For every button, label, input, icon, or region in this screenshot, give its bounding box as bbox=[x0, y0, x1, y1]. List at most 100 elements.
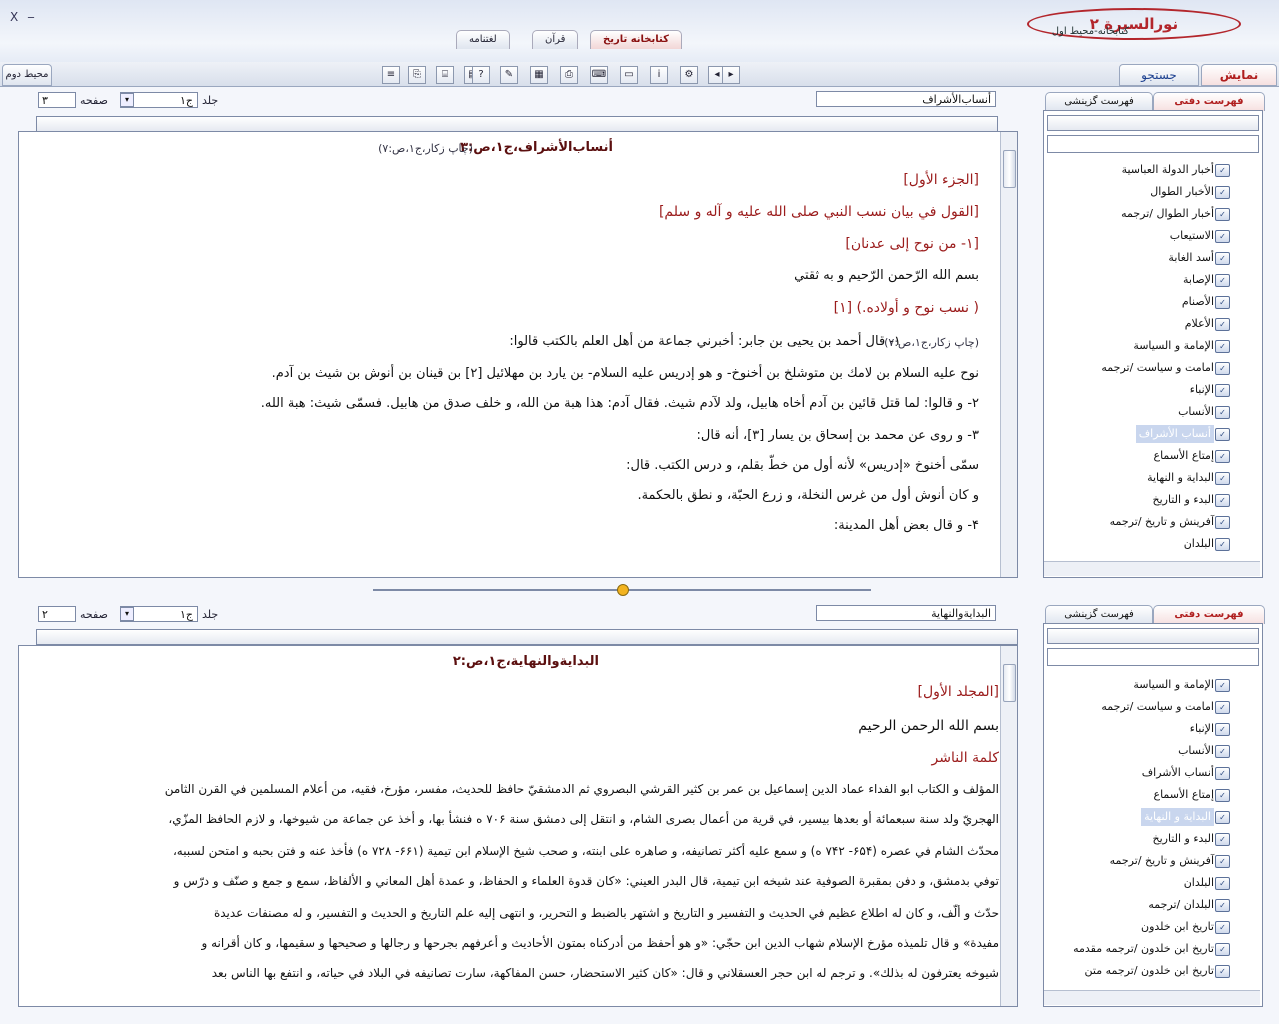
text-line: محدّث الشام في عصره (۶۵۴- ۷۴۲ ه) و سمع ع… bbox=[172, 844, 999, 858]
tree-item[interactable]: آفرينش و تاريخ /ترجمه bbox=[1110, 852, 1214, 870]
tree-item[interactable]: الإنباء bbox=[1190, 381, 1214, 399]
search-tab[interactable]: جستجو bbox=[1119, 64, 1199, 86]
tree-item[interactable]: تاريخ ابن خلدون /ترجمه مقدمه bbox=[1073, 940, 1214, 958]
tree-item[interactable]: آفرينش و تاريخ /ترجمه bbox=[1110, 513, 1214, 531]
settings-icon[interactable]: ⚙ bbox=[680, 66, 698, 84]
book-node-icon: ✓ bbox=[1215, 789, 1230, 802]
tree-item[interactable]: أنساب الأشراف bbox=[1135, 425, 1214, 443]
dropdown-arrow-icon[interactable]: ▾ bbox=[120, 607, 134, 621]
text-line: ( نسب نوح و أولاده.) [۱] bbox=[833, 300, 979, 316]
book-node-icon: ✓ bbox=[1215, 230, 1230, 243]
book-node-icon: ✓ bbox=[1215, 274, 1230, 287]
text-line: مفيدة» و قال تلميذه مؤرخ الإسلام شهاب ال… bbox=[201, 936, 999, 950]
tree-item[interactable]: تاريخ ابن خلدون /ترجمه متن bbox=[1085, 962, 1214, 980]
tree-item[interactable]: الإصابة bbox=[1183, 271, 1214, 289]
book-node-icon: ✓ bbox=[1215, 164, 1230, 177]
text-line: شيوخه يعترفون له بذلك». و ترجم له ابن حج… bbox=[211, 966, 999, 980]
pane1-scrollbar[interactable] bbox=[1000, 132, 1017, 577]
splitter-handle-icon[interactable] bbox=[617, 584, 629, 596]
tree-item[interactable]: البلدان /ترجمه bbox=[1148, 896, 1214, 914]
tree-item[interactable]: الإمامة و السياسة bbox=[1133, 676, 1214, 694]
tab-index-2[interactable]: فهرست دفتى bbox=[1153, 605, 1265, 624]
tree-item[interactable]: البلدان bbox=[1184, 535, 1214, 553]
book-node-icon: ✓ bbox=[1215, 186, 1230, 199]
list-icon[interactable]: ≡ bbox=[382, 66, 400, 84]
pane2-scrollbar[interactable] bbox=[1000, 646, 1017, 1006]
dropdown-arrow-icon[interactable]: ▾ bbox=[120, 93, 134, 107]
tree-item[interactable]: أخبار الطوال /ترجمه bbox=[1121, 205, 1214, 223]
page-input-1[interactable]: ۳ bbox=[38, 92, 76, 108]
note-icon[interactable]: ✎ bbox=[500, 66, 518, 84]
tree-item[interactable]: الأعلام bbox=[1185, 315, 1214, 333]
text-line: ۱- قال أحمد بن يحيى بن جابر: أخبرني جماع… bbox=[509, 334, 901, 349]
print-icon[interactable]: ⎙ bbox=[560, 66, 578, 84]
page-input-2[interactable]: ۲ bbox=[38, 606, 76, 622]
tree1-hscrollbar[interactable] bbox=[1044, 561, 1260, 576]
tree-item[interactable]: تاريخ ابن خلدون bbox=[1141, 918, 1214, 936]
book-node-icon: ✓ bbox=[1215, 318, 1230, 331]
jild-label-1: جلد bbox=[202, 94, 219, 107]
tree-item[interactable]: أخبار الدولة العباسية bbox=[1122, 161, 1214, 179]
tree-item[interactable]: الإمامة و السياسة bbox=[1133, 337, 1214, 355]
text-line: [القول في بيان نسب النبي صلى الله عليه و… bbox=[658, 204, 979, 220]
tab-index-1[interactable]: فهرست دفتى bbox=[1153, 92, 1265, 111]
tree-item[interactable]: البداية و النهاية bbox=[1147, 469, 1214, 487]
book-select-1[interactable]: أنساب‌الأشراف bbox=[816, 91, 996, 107]
tree-item[interactable]: البلدان bbox=[1184, 874, 1214, 892]
tree1-filter-input[interactable] bbox=[1047, 135, 1259, 153]
tree-item[interactable]: امامت و سياست /ترجمه bbox=[1101, 698, 1214, 716]
book-select-2[interactable]: البداية‌والنهاية bbox=[816, 605, 996, 621]
info-icon[interactable]: i bbox=[650, 66, 668, 84]
tab-quran[interactable]: قرآن bbox=[532, 30, 579, 49]
text-line: حدّث و ألّف، و كان له اطلاع عظيم في الحد… bbox=[213, 906, 999, 920]
tab-selective-2[interactable]: فهرست گزينشى bbox=[1045, 605, 1153, 624]
next-icon[interactable]: ▸ bbox=[722, 66, 740, 84]
close-button[interactable]: X bbox=[10, 10, 18, 24]
text-line: ۲- و قالوا: لما قتل قائين بن آدم أخاه ها… bbox=[260, 396, 979, 411]
tree-item[interactable]: الأنساب bbox=[1178, 403, 1214, 421]
tree-item[interactable]: البدء و التاريخ bbox=[1152, 491, 1214, 509]
pane2-content: البداية‌والنهاية،ج۱،ص:۲ [المجلد الأول] بس… bbox=[18, 645, 1018, 1007]
tree-item[interactable]: إمتاع الأسماع bbox=[1154, 786, 1215, 804]
tree-item[interactable]: الإنباء bbox=[1190, 720, 1214, 738]
tree-item[interactable]: البدء و التاريخ bbox=[1152, 830, 1214, 848]
tree-icon[interactable]: ⌸ bbox=[436, 66, 454, 84]
text-line: المؤلف و الكتاب ابو الفداء عماد الدين إس… bbox=[164, 782, 999, 796]
text-line: [۱- من نوح إلى عدنان] bbox=[845, 236, 979, 252]
tab-history-library[interactable]: کتابخانه تاريخ bbox=[590, 30, 682, 49]
display-tab[interactable]: نمايش bbox=[1201, 64, 1277, 86]
tree-item[interactable]: أنساب الأشراف bbox=[1142, 764, 1214, 782]
environment-2-tab[interactable]: محيط دوم bbox=[2, 64, 52, 86]
book-node-icon: ✓ bbox=[1215, 252, 1230, 265]
keyboard-icon[interactable]: ⌨ bbox=[590, 66, 608, 84]
tree-item[interactable]: امامت و سياست /ترجمه bbox=[1101, 359, 1214, 377]
tab-selective-1[interactable]: فهرست گزينشى bbox=[1045, 92, 1153, 111]
tree-item[interactable]: إمتاع الأسماع bbox=[1154, 447, 1215, 465]
scroll-thumb[interactable] bbox=[1003, 664, 1016, 702]
text-line: ۴- و قال بعض أهل المدينة: bbox=[833, 518, 979, 533]
tree-item[interactable]: البداية و النهاية bbox=[1141, 808, 1214, 826]
help-icon[interactable]: ? bbox=[472, 66, 490, 84]
tree1-panel: ✓ أخبار الدولة العباسية ✓ الأخبار الطوال ✓ أخ… bbox=[1043, 110, 1263, 578]
copy-icon[interactable]: ⎘ bbox=[408, 66, 426, 84]
book-node-icon: ✓ bbox=[1215, 745, 1230, 758]
book-node-icon: ✓ bbox=[1215, 516, 1230, 529]
tree-item[interactable]: الأصنام bbox=[1182, 293, 1214, 311]
tree-item[interactable]: أسد الغابة bbox=[1168, 249, 1214, 267]
tree-item[interactable]: الأخبار الطوال bbox=[1150, 183, 1214, 201]
tree2-hscrollbar[interactable] bbox=[1044, 990, 1260, 1005]
minimize-button[interactable]: _ bbox=[28, 4, 34, 18]
pane2-format-toolbar bbox=[36, 629, 1018, 645]
page-icon[interactable]: ▭ bbox=[620, 66, 638, 84]
text-line: بسم الله الرّحمن الرّحيم و به ثقتي bbox=[794, 268, 979, 283]
page-label-2: صفحه bbox=[80, 608, 108, 621]
tree-item[interactable]: الأنساب bbox=[1178, 742, 1214, 760]
scroll-thumb[interactable] bbox=[1003, 150, 1016, 188]
text-line: [الجزء الأول] bbox=[903, 172, 979, 188]
tab-dictionary[interactable]: لغتنامه bbox=[456, 30, 510, 49]
tree2-filter-input[interactable] bbox=[1047, 648, 1259, 666]
tree-item[interactable]: الاستيعاب bbox=[1170, 227, 1214, 245]
book-node-icon: ✓ bbox=[1215, 877, 1230, 890]
toolbar-bar bbox=[0, 62, 1279, 87]
grid-icon[interactable]: ▦ bbox=[530, 66, 548, 84]
